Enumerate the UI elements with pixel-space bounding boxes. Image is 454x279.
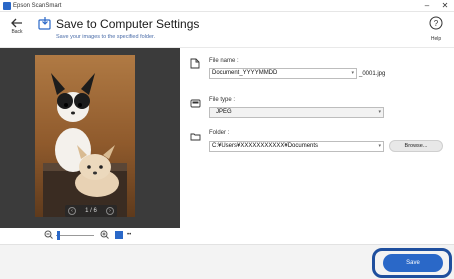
footer-bar: Save [0,244,454,279]
back-arrow-icon [11,18,22,28]
file-type-value: JPEG [216,109,232,115]
minimize-icon[interactable]: – [418,0,436,12]
more-options-icon[interactable]: •• [127,231,131,239]
page-subtitle: Save your images to the specified folder… [56,34,156,40]
fit-page-icon[interactable] [115,231,123,239]
page-total: 6 [93,208,97,214]
file-icon [190,56,202,69]
file-name-label: File name : [209,58,239,64]
back-button[interactable]: Back [6,18,28,42]
title-bar: Epson ScanSmart – ✕ [0,0,454,12]
file-type-select[interactable]: JPEG ▾ [209,107,384,118]
page-current: 1 [85,208,89,214]
zoom-slider-thumb[interactable] [57,231,60,240]
chevron-down-icon[interactable]: ▾ [351,69,354,78]
app-title: Epson ScanSmart [13,3,62,9]
browse-button[interactable]: Browse... [389,140,443,152]
page-title: Save to Computer Settings [56,17,200,31]
chevron-left-icon[interactable]: ‹ [68,207,76,215]
folder-icon [190,128,202,141]
back-label: Back [11,29,23,35]
chevron-down-icon[interactable]: ▾ [378,142,381,151]
file-type-label: File type : [209,97,236,103]
help-button[interactable]: ? Help [424,16,448,44]
chevron-right-icon[interactable]: › [106,207,114,215]
chevron-down-icon[interactable]: ▾ [378,108,381,117]
page-separator: / [90,208,92,214]
folder-path-value: C:¥Users¥XXXXXXXXXXX¥Documents [212,143,319,149]
zoom-in-icon[interactable] [99,230,109,240]
folder-label: Folder : [209,130,230,136]
folder-path-field[interactable]: C:¥Users¥XXXXXXXXXXX¥Documents ▾ [209,141,384,152]
scanned-image-preview [35,55,135,217]
page-header: Back Save to Computer Settings Save your… [0,12,454,46]
page-navigator: ‹ 1 / 6 › [65,205,117,217]
help-label: Help [430,36,442,42]
close-icon[interactable]: ✕ [436,0,454,12]
save-button[interactable]: Save [383,254,443,272]
file-type-icon [190,95,202,108]
zoom-toolbar: •• [0,228,180,244]
svg-text:?: ? [434,19,439,28]
help-icon: ? [429,16,443,30]
file-name-value: Document_YYYYMMDD [212,70,278,76]
zoom-out-icon[interactable] [43,230,53,240]
file-name-field[interactable]: Document_YYYYMMDD ▾ [209,68,357,79]
scan-preview-pane: ‹ 1 / 6 › [0,48,180,228]
zoom-slider-track[interactable] [56,235,94,236]
file-name-suffix: _0001.jpg [359,71,386,77]
save-to-computer-icon [38,16,52,35]
save-settings-panel: File name : Document_YYYYMMDD ▾ _0001.jp… [190,52,454,232]
app-icon [3,2,11,10]
